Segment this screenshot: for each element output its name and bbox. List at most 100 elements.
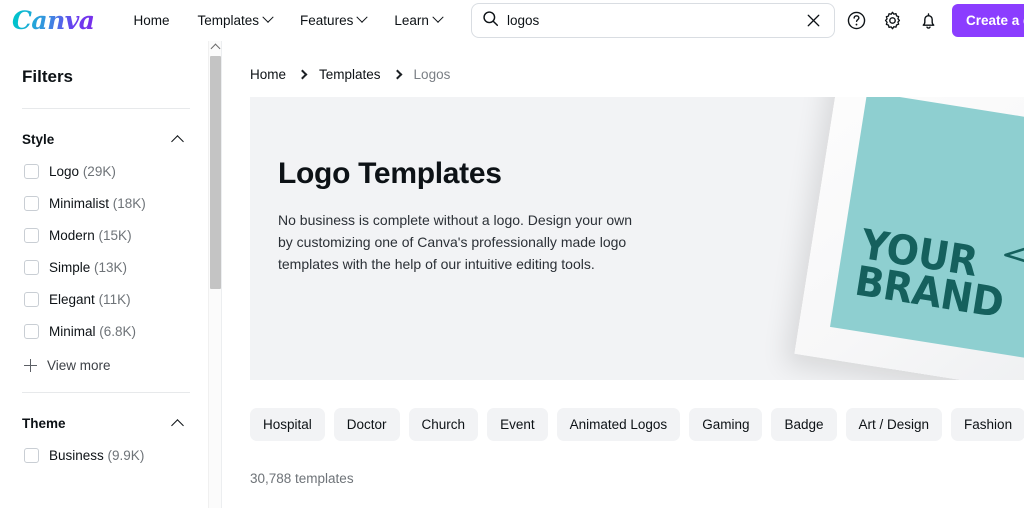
- view-more-label: View more: [47, 358, 111, 373]
- chevron-down-icon: [262, 11, 274, 23]
- divider: [22, 108, 190, 109]
- filter-section-style[interactable]: Style: [22, 132, 184, 148]
- nav-item-label: Home: [133, 12, 170, 28]
- filter-option-business[interactable]: Business (9.9K): [24, 448, 208, 463]
- filter-name: Business: [49, 448, 104, 463]
- gear-icon[interactable]: [881, 9, 903, 31]
- chip-art-design[interactable]: Art / Design: [845, 408, 943, 441]
- main-content: Home Templates Logos Logo Templates No b…: [222, 41, 1024, 508]
- search-bar[interactable]: [471, 3, 835, 38]
- filter-name: Logo: [49, 164, 80, 179]
- filter-label: Simple (13K): [49, 260, 127, 275]
- chevron-right-icon: [297, 69, 308, 80]
- checkbox[interactable]: [24, 228, 39, 243]
- chip-hospital[interactable]: Hospital: [250, 408, 325, 441]
- view-more-button[interactable]: View more: [24, 358, 208, 373]
- breadcrumb: Home Templates Logos: [250, 67, 1024, 82]
- filter-count: (13K): [94, 260, 128, 275]
- filter-count: (29K): [82, 164, 116, 179]
- section-title: Style: [22, 132, 55, 147]
- chip-animated-logos[interactable]: Animated Logos: [556, 408, 681, 441]
- filter-count: (9.9K): [107, 448, 145, 463]
- filter-option-logo[interactable]: Logo (29K): [24, 164, 208, 179]
- category-chip-list: Hospital Doctor Church Event Animated Lo…: [250, 408, 1024, 441]
- bell-icon[interactable]: [917, 9, 939, 31]
- hero-description: No business is complete without a logo. …: [278, 212, 633, 272]
- chevron-down-icon: [356, 11, 368, 23]
- filters-sidebar: Filters Style Logo (29K) Minimalist (18K…: [0, 41, 208, 508]
- nav-item-home[interactable]: Home: [120, 7, 184, 34]
- page-title: Logo Templates: [278, 157, 502, 190]
- results-count: 30,788 templates: [250, 471, 354, 486]
- nav-item-features[interactable]: Features: [286, 7, 380, 34]
- paper-plane-icon: [999, 226, 1024, 289]
- sidebar-scrollbar[interactable]: [208, 41, 221, 508]
- filter-count: (18K): [112, 196, 146, 211]
- checkbox[interactable]: [24, 292, 39, 307]
- chip-event[interactable]: Event: [487, 408, 548, 441]
- chip-church[interactable]: Church: [408, 408, 479, 441]
- search-icon: [482, 10, 499, 32]
- filter-section-theme[interactable]: Theme: [22, 416, 184, 432]
- filter-name: Simple: [49, 260, 91, 275]
- chevron-up-icon[interactable]: [171, 418, 184, 432]
- divider: [22, 392, 190, 393]
- checkbox[interactable]: [24, 164, 39, 179]
- section-title: Theme: [22, 416, 66, 431]
- create-design-button[interactable]: Create a d: [952, 4, 1024, 37]
- chip-badge[interactable]: Badge: [771, 408, 837, 441]
- breadcrumb-item-home[interactable]: Home: [250, 67, 286, 82]
- nav-item-label: Learn: [394, 12, 429, 28]
- nav-item-label: Templates: [197, 12, 260, 28]
- chip-doctor[interactable]: Doctor: [333, 408, 400, 441]
- breadcrumb-item-templates[interactable]: Templates: [319, 67, 381, 82]
- filter-label: Elegant (11K): [49, 292, 131, 307]
- hero-banner: Logo Templates No business is complete w…: [250, 97, 1024, 380]
- brand-placeholder-text: YOUR BRAND: [852, 220, 1011, 328]
- filter-label: Business (9.9K): [49, 448, 144, 463]
- filter-name: Modern: [49, 228, 95, 243]
- nav-item-label: Features: [300, 12, 354, 28]
- hero-text-block: Logo Templates No business is complete w…: [278, 157, 658, 275]
- scroll-up-arrow-icon[interactable]: [210, 43, 221, 54]
- filter-option-simple[interactable]: Simple (13K): [24, 260, 208, 275]
- scrollbar-thumb[interactable]: [210, 56, 221, 289]
- filters-title: Filters: [22, 67, 74, 86]
- breadcrumb-item-logos: Logos: [413, 67, 451, 82]
- filter-label: Modern (15K): [49, 228, 132, 243]
- nav-item-templates[interactable]: Templates: [184, 7, 287, 34]
- chevron-down-icon: [432, 11, 444, 23]
- filter-name: Elegant: [49, 292, 95, 307]
- checkbox[interactable]: [24, 196, 39, 211]
- filter-label: Minimal (6.8K): [49, 324, 136, 339]
- chip-fashion[interactable]: Fashion: [951, 408, 1024, 441]
- checkbox[interactable]: [24, 324, 39, 339]
- checkbox[interactable]: [24, 260, 39, 275]
- filter-count: (6.8K): [99, 324, 137, 339]
- filter-option-modern[interactable]: Modern (15K): [24, 228, 208, 243]
- filter-count: (11K): [98, 292, 131, 307]
- filter-option-minimal[interactable]: Minimal (6.8K): [24, 324, 208, 339]
- search-input[interactable]: [507, 13, 802, 28]
- chevron-right-icon: [392, 69, 402, 80]
- filter-name: Minimal: [49, 324, 96, 339]
- help-icon[interactable]: [845, 9, 867, 31]
- chevron-up-icon[interactable]: [171, 134, 184, 148]
- main-nav: Home Templates Features Learn: [120, 7, 456, 34]
- top-header: Canva Home Templates Features Learn logo…: [0, 0, 1024, 41]
- filter-count: (15K): [98, 228, 132, 243]
- chip-gaming[interactable]: Gaming: [689, 408, 763, 441]
- logo-preview-card: YOUR BRAND: [794, 97, 1024, 380]
- nav-item-learn[interactable]: Learn: [380, 7, 456, 34]
- canva-logo[interactable]: Canva: [12, 8, 98, 33]
- filter-label: Logo (29K): [49, 164, 116, 179]
- clear-search-icon[interactable]: [802, 10, 824, 32]
- filter-option-minimalist[interactable]: Minimalist (18K): [24, 196, 208, 211]
- filter-label: Minimalist (18K): [49, 196, 146, 211]
- logo-preview-swatch: YOUR BRAND: [830, 97, 1024, 365]
- plus-icon: [24, 359, 37, 372]
- checkbox[interactable]: [24, 448, 39, 463]
- header-icon-group: [845, 9, 939, 31]
- filter-option-elegant[interactable]: Elegant (11K): [24, 292, 208, 307]
- filter-name: Minimalist: [49, 196, 110, 211]
